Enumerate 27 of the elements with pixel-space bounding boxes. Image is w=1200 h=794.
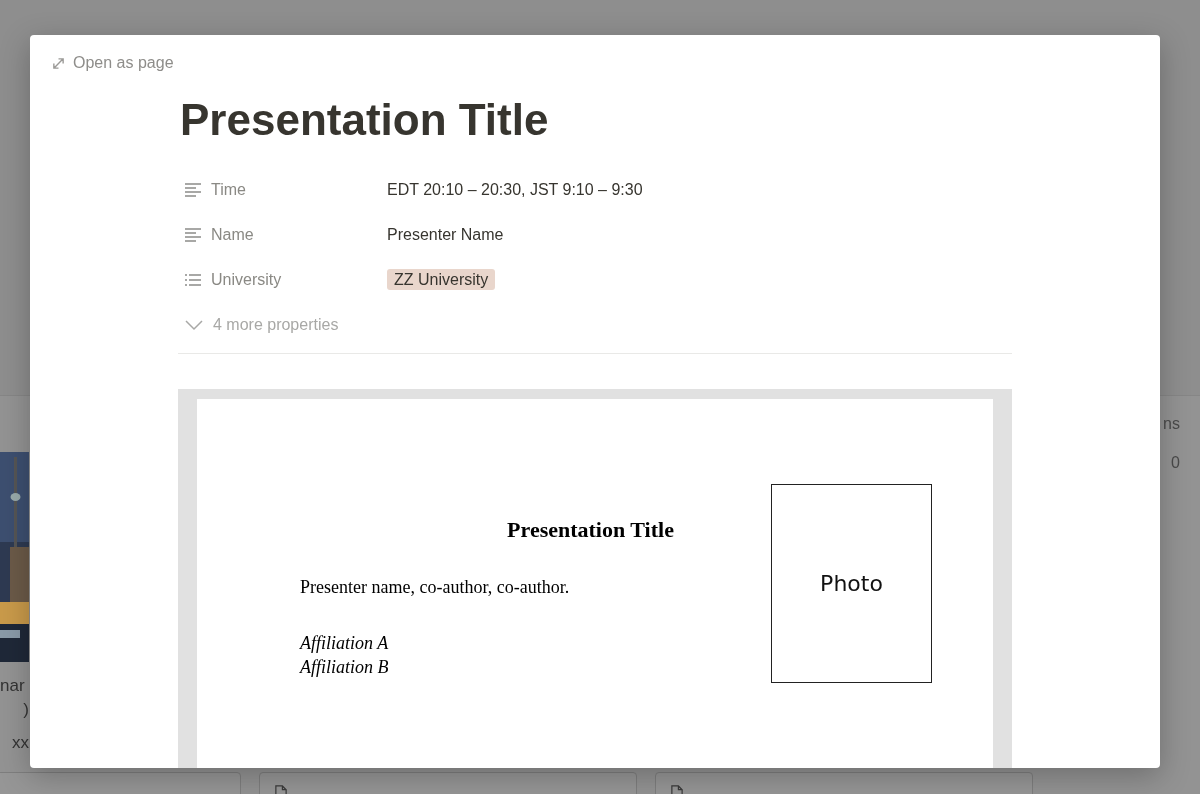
property-label[interactable]: Time [178,180,387,199]
author-line: Presenter name, co-author, co-author. [300,577,571,598]
university-tag: ZZ University [387,268,496,290]
property-label[interactable]: Name [178,225,387,244]
slide-title: Presentation Title [506,517,675,543]
affiliation-text: Affiliation B [300,656,390,679]
text-lines-icon [185,226,201,243]
expand-icon [52,56,65,70]
property-value: EDT 20:10 – 20:30, JST 9:10 – 9:30 [387,180,643,198]
open-as-page-button[interactable]: Open as page [52,52,174,74]
card-text: ) [23,699,29,721]
column-value: 0 [1170,454,1180,472]
more-properties-button[interactable]: 4 more properties [178,302,1012,347]
property-value: Presenter Name [387,225,504,243]
chevron-down-icon [185,318,203,331]
list-icon [185,271,201,288]
page-title: Presentation Title [180,94,550,146]
property-name: University [211,270,282,289]
card-text: xx [12,732,29,754]
card-text: nar [0,675,25,697]
photo-label: Photo [820,571,883,596]
text-lines-icon [185,181,201,198]
property-label[interactable]: University [178,270,387,289]
property-name: Time [211,180,246,199]
column-header: ns [1162,415,1180,433]
affiliation-text: Affiliation A [300,632,390,655]
property-name: Name [211,225,254,244]
